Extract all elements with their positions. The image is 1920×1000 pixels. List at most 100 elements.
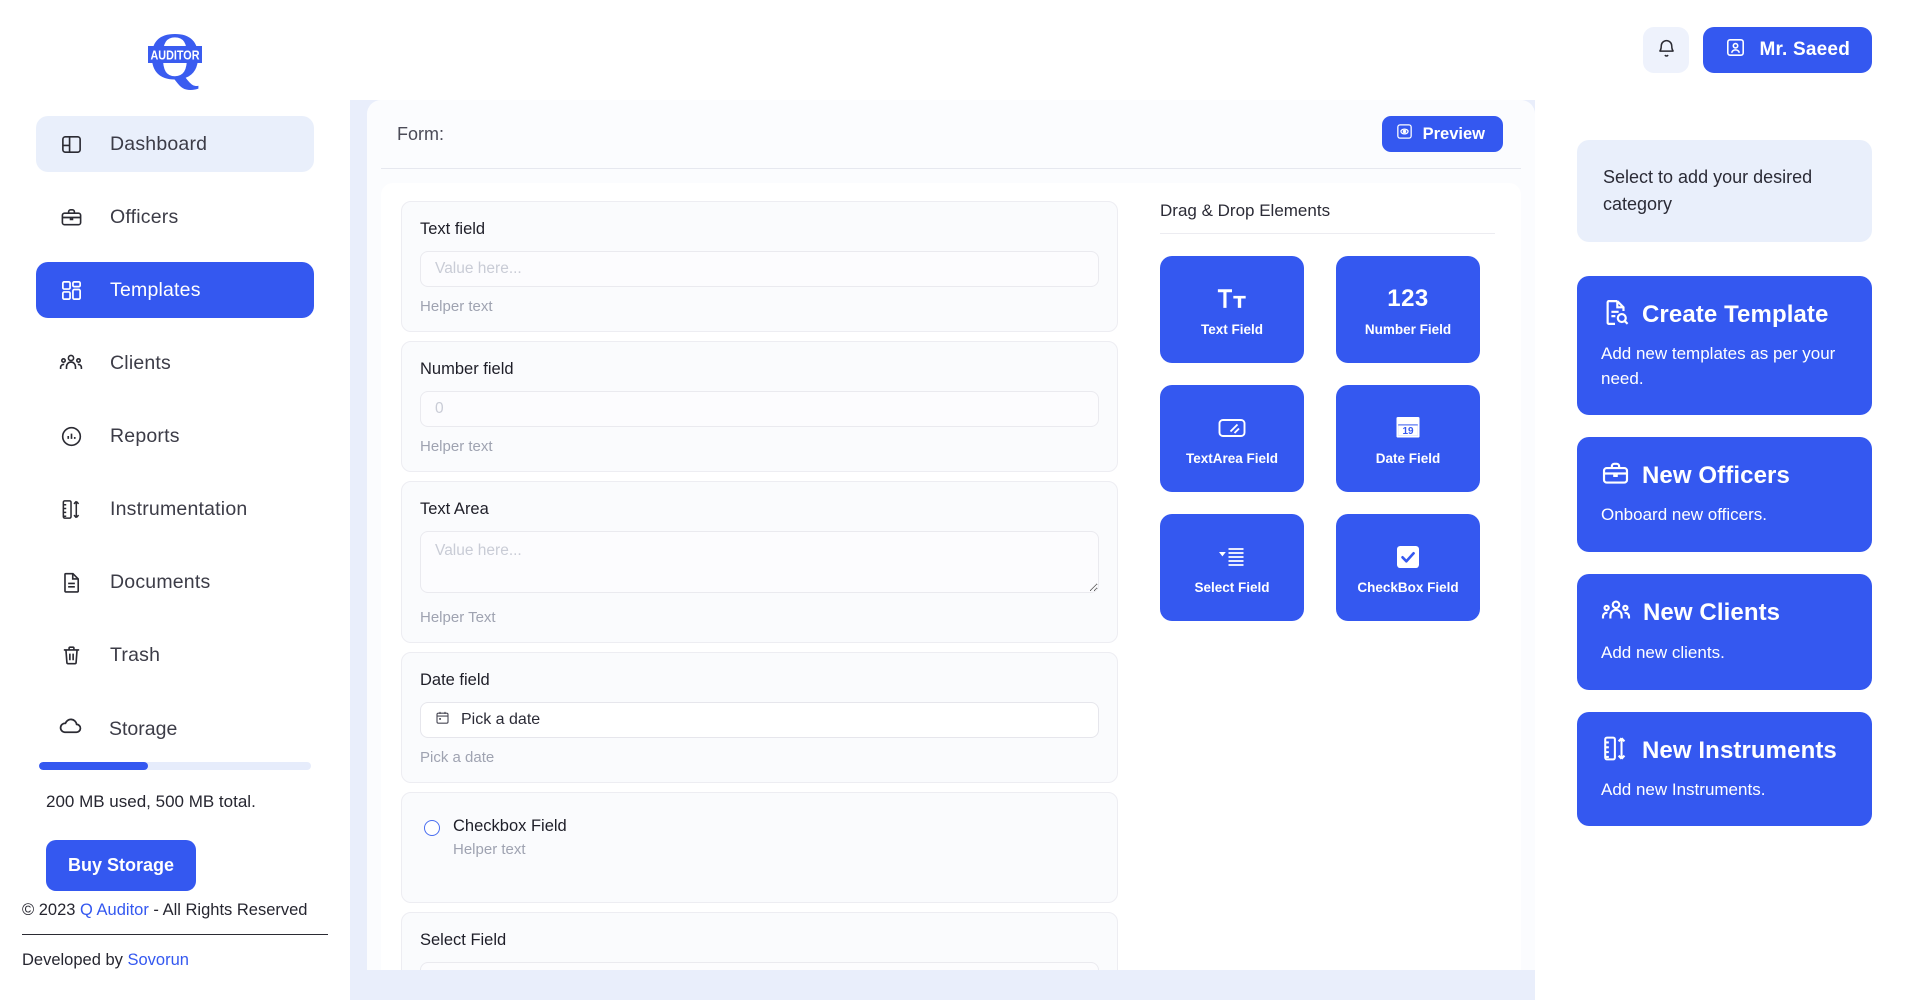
form-drop-zone[interactable]: Text field Helper text Number field Help…: [381, 183, 1138, 970]
card-create-template[interactable]: Create Template Add new templates as per…: [1577, 276, 1872, 416]
sidebar-item-trash[interactable]: Trash: [36, 627, 314, 683]
sidebar-item-reports[interactable]: Reports: [36, 408, 314, 464]
palette-divider: [1160, 233, 1495, 234]
form-field-select: Select Field ▲: [401, 912, 1118, 970]
tile-label: Select Field: [1194, 580, 1270, 595]
sidebar: Q AUDITOR Dashboard: [0, 0, 350, 1000]
developed-prefix: Developed by: [22, 951, 128, 969]
field-label: Text field: [420, 220, 486, 238]
form-field-textarea: Text Area Helper Text: [401, 481, 1118, 643]
palette-tile-checkbox-field[interactable]: CheckBox Field: [1336, 514, 1480, 621]
card-desc: Add new templates as per your need.: [1601, 344, 1836, 388]
trash-icon: [58, 642, 84, 668]
body-area: Form: Preview Text field Value here... H…: [350, 100, 1920, 1000]
storage-progress-fill: [39, 762, 148, 770]
field-helper: Helper text: [420, 438, 493, 455]
notifications-button[interactable]: [1643, 27, 1690, 73]
preview-button-label: Preview: [1422, 124, 1485, 143]
palette-tile-select-field[interactable]: Select Field: [1160, 514, 1304, 621]
card-title: New Officers: [1642, 462, 1790, 490]
document-icon: [58, 569, 84, 595]
ruler-icon: [1601, 734, 1630, 768]
developed-by-text: Developed by Sovorun: [0, 935, 350, 970]
palette-tile-grid: Text Field 123 Number Field TextArea Fie…: [1160, 256, 1480, 621]
copyright-suffix: - All Rights Reserved: [148, 901, 308, 919]
sidebar-item-instrumentation[interactable]: Instrumentation: [36, 481, 314, 537]
tile-label: Number Field: [1364, 322, 1452, 337]
sidebar-item-officers[interactable]: Officers: [36, 189, 314, 245]
sidebar-footer: © 2023 Q Auditor - All Rights Reserved D…: [0, 901, 350, 1000]
user-square-icon: [1725, 37, 1746, 64]
sidebar-item-label: Documents: [110, 570, 211, 593]
form-builder-panel: Form: Preview Text field Value here... H…: [367, 100, 1535, 970]
date-field-input[interactable]: Pick a date: [420, 702, 1099, 738]
sidebar-item-label: Clients: [110, 351, 172, 374]
storage-progress-bar: [39, 762, 311, 770]
main-region: Mr. Saeed Form: Preview Text field Value…: [350, 0, 1920, 1000]
field-helper: Pick a date: [420, 749, 495, 766]
storage-section: Storage 200 MB used, 500 MB total. Buy S…: [0, 704, 350, 891]
users-icon: [1601, 596, 1631, 631]
form-field-text: Text field Helper text: [401, 201, 1118, 332]
user-menu-button[interactable]: Mr. Saeed: [1703, 27, 1872, 73]
card-header: New Officers: [1601, 459, 1848, 493]
card-title: New Instruments: [1642, 736, 1837, 764]
checkbox-circle-icon[interactable]: [424, 820, 440, 836]
card-title: New Clients: [1643, 599, 1781, 627]
palette-tile-text-field[interactable]: Text Field: [1160, 256, 1304, 363]
date-field-value: Pick a date: [461, 711, 541, 728]
sidebar-item-dashboard[interactable]: Dashboard: [36, 116, 314, 172]
sidebar-item-label: Officers: [110, 205, 179, 228]
sidebar-item-label: Templates: [110, 278, 201, 301]
field-label: Date field: [420, 671, 490, 689]
card-header: Create Template: [1601, 298, 1848, 332]
card-title: Create Template: [1642, 301, 1829, 328]
field-label: Text Area: [420, 500, 489, 518]
brand-logo[interactable]: Q AUDITOR: [0, 0, 350, 116]
category-hint-card: Select to add your desired category: [1577, 140, 1872, 242]
checkbox-checked-icon: [1394, 540, 1422, 574]
q-auditor-link[interactable]: Q Auditor: [80, 901, 149, 919]
card-desc: Add new Instruments.: [1601, 779, 1766, 799]
briefcase-icon: [58, 204, 84, 230]
form-field-number: Number field Helper text: [401, 341, 1118, 472]
textarea-field-input[interactable]: [420, 531, 1099, 593]
sidebar-nav: Dashboard Officers Templates Clients Rep…: [0, 116, 350, 700]
tile-label: TextArea Field: [1185, 451, 1279, 466]
svg-text:19: 19: [1402, 426, 1414, 437]
sovorun-link[interactable]: Sovorun: [128, 951, 189, 969]
palette-tile-number-field[interactable]: 123 Number Field: [1336, 256, 1480, 363]
card-new-officers[interactable]: New Officers Onboard new officers.: [1577, 437, 1872, 552]
tile-label: Text Field: [1200, 322, 1263, 337]
q-auditor-logo-icon: Q AUDITOR: [144, 21, 206, 95]
sidebar-item-templates[interactable]: Templates: [36, 262, 314, 318]
sidebar-item-documents[interactable]: Documents: [36, 554, 314, 610]
form-field-date: Date field Pick a date Pick a date: [401, 652, 1118, 783]
sidebar-item-label: Trash: [110, 643, 161, 666]
content-column: Form: Preview Text field Value here... H…: [350, 100, 1535, 1000]
tile-label: Date Field: [1375, 451, 1441, 466]
palette-tile-date-field[interactable]: 19 Date Field: [1336, 385, 1480, 492]
copyright-prefix: © 2023: [22, 901, 81, 919]
field-helper: Helper Text: [420, 609, 496, 626]
number-field-input[interactable]: [420, 391, 1099, 427]
123-icon: 123: [1387, 285, 1429, 312]
buy-storage-button[interactable]: Buy Storage: [46, 840, 197, 891]
sidebar-item-label: Instrumentation: [110, 497, 248, 520]
user-name-label: Mr. Saeed: [1759, 39, 1850, 60]
select-wrapper: ▲: [420, 962, 1099, 970]
select-field-input[interactable]: [420, 962, 1099, 970]
copyright-text: © 2023 Q Auditor - All Rights Reserved: [0, 901, 350, 934]
builder-split: Text field Helper text Number field Help…: [367, 169, 1535, 970]
form-title: Form:: [397, 123, 444, 144]
preview-button[interactable]: Preview: [1381, 116, 1503, 152]
drag-drop-palette: Drag & Drop Elements Text Field 123 Numb…: [1138, 183, 1521, 970]
text-field-input[interactable]: [420, 251, 1099, 287]
card-new-clients[interactable]: New Clients Add new clients.: [1577, 573, 1872, 690]
storage-row[interactable]: Storage: [36, 704, 314, 754]
card-new-instruments[interactable]: New Instruments Add new Instruments.: [1577, 711, 1872, 827]
select-list-icon: [1217, 540, 1247, 574]
palette-title: Drag & Drop Elements: [1160, 201, 1331, 220]
palette-tile-textarea-field[interactable]: TextArea Field: [1160, 385, 1304, 492]
sidebar-item-clients[interactable]: Clients: [36, 335, 314, 391]
